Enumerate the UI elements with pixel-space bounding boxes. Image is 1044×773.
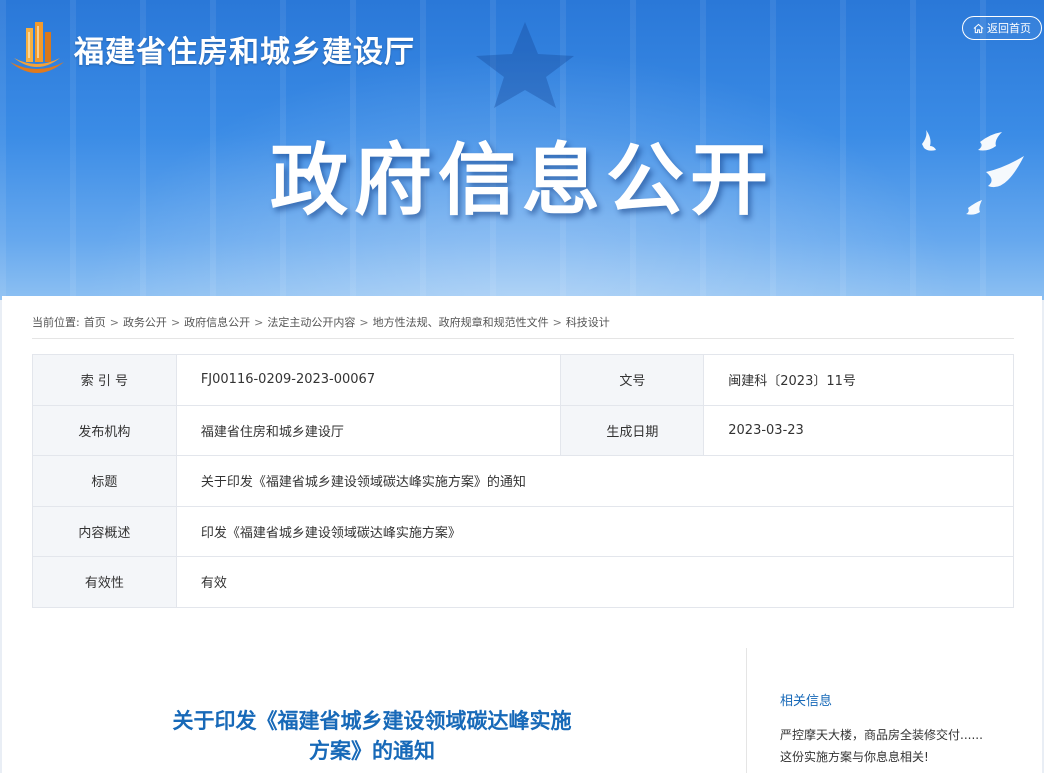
title-value: 关于印发《福建省城乡建设领域碳达峰实施方案》的通知 [175,455,1015,507]
table-row: 标题 关于印发《福建省城乡建设领域碳达峰实施方案》的通知 [32,455,1015,507]
breadcrumb-separator: > [254,315,264,329]
star-icon [476,22,574,108]
table-row: 索 引 号 FJ00116-0209-2023-00067 文号 闽建科〔202… [32,354,1014,406]
org-value: 福建省住房和城乡建设厅 [175,404,562,456]
document-title: 关于印发《福建省城乡建设领域碳达峰实施 方案》的通知 [92,706,652,766]
breadcrumb-item-home[interactable]: 首页 [84,314,106,330]
breadcrumb-item-gov-affairs[interactable]: 政务公开 [123,314,167,330]
sidebar-divider [746,648,747,773]
date-value: 2023-03-23 [703,404,1014,456]
table-row: 发布机构 福建省住房和城乡建设厅 生成日期 2023-03-23 [32,404,1014,456]
related-info-link[interactable]: 严控摩天大楼，商品房全装修交付...... 这份实施方案与你息息相关! [780,724,1020,768]
home-icon [973,23,984,33]
breadcrumb-separator: > [170,315,181,329]
summary-label: 内容概述 [32,505,177,557]
home-button-label: 返回首页 [987,22,1031,35]
related-info-line-1: 严控摩天大楼，商品房全装修交付...... [780,728,983,742]
date-label: 生成日期 [560,404,705,456]
docno-value: 闽建科〔2023〕11号 [703,354,1014,406]
breadcrumb-prefix: 当前位置: [32,316,80,329]
breadcrumb: 当前位置: 首页 > 政务公开 > 政府信息公开 > 法定主动公开内容 > 地方… [32,314,610,330]
summary-value: 印发《福建省城乡建设领域碳达峰实施方案》 [175,505,1015,557]
validity-value: 有效 [175,556,1015,608]
table-row: 内容概述 印发《福建省城乡建设领域碳达峰实施方案》 [32,505,1015,557]
breadcrumb-item-tech-design[interactable]: 科技设计 [566,314,610,330]
breadcrumb-item-statutory[interactable]: 法定主动公开内容 [267,314,355,330]
related-info-heading: 相关信息 [780,694,833,709]
document-meta-table: 索 引 号 FJ00116-0209-2023-00067 文号 闽建科〔202… [32,354,1015,608]
validity-label: 有效性 [32,556,177,608]
breadcrumb-separator: > [359,315,369,329]
breadcrumb-separator: > [552,315,562,329]
docno-label: 文号 [560,354,705,406]
breadcrumb-divider [32,338,1014,339]
document-title-line-1: 关于印发《福建省城乡建设领域碳达峰实施 [172,709,572,733]
table-row: 有效性 有效 [32,556,1015,608]
breadcrumb-item-regulations[interactable]: 地方性法规、政府规章和规范性文件 [373,314,549,330]
content-card: 当前位置: 首页 > 政务公开 > 政府信息公开 > 法定主动公开内容 > 地方… [2,296,1042,773]
org-label: 发布机构 [32,404,177,456]
index-label: 索 引 号 [32,354,177,406]
header-banner: 福建省住房和城乡建设厅 返回首页 政府信息公开 [0,0,1044,300]
related-info-line-2: 这份实施方案与你息息相关! [780,750,929,764]
banner-title: 政府信息公开 [269,136,774,226]
breadcrumb-separator: > [109,315,119,329]
home-button[interactable]: 返回首页 [962,16,1042,40]
building-logo-icon [10,22,64,73]
breadcrumb-item-info-disclosure[interactable]: 政府信息公开 [184,314,250,330]
title-label: 标题 [32,455,177,507]
index-value: FJ00116-0209-2023-00067 [175,354,562,406]
doves-icon [922,130,1024,215]
site-title: 福建省住房和城乡建设厅 [74,35,415,70]
document-title-line-2: 方案》的通知 [309,739,435,763]
site-logo[interactable]: 福建省住房和城乡建设厅 [6,18,415,80]
